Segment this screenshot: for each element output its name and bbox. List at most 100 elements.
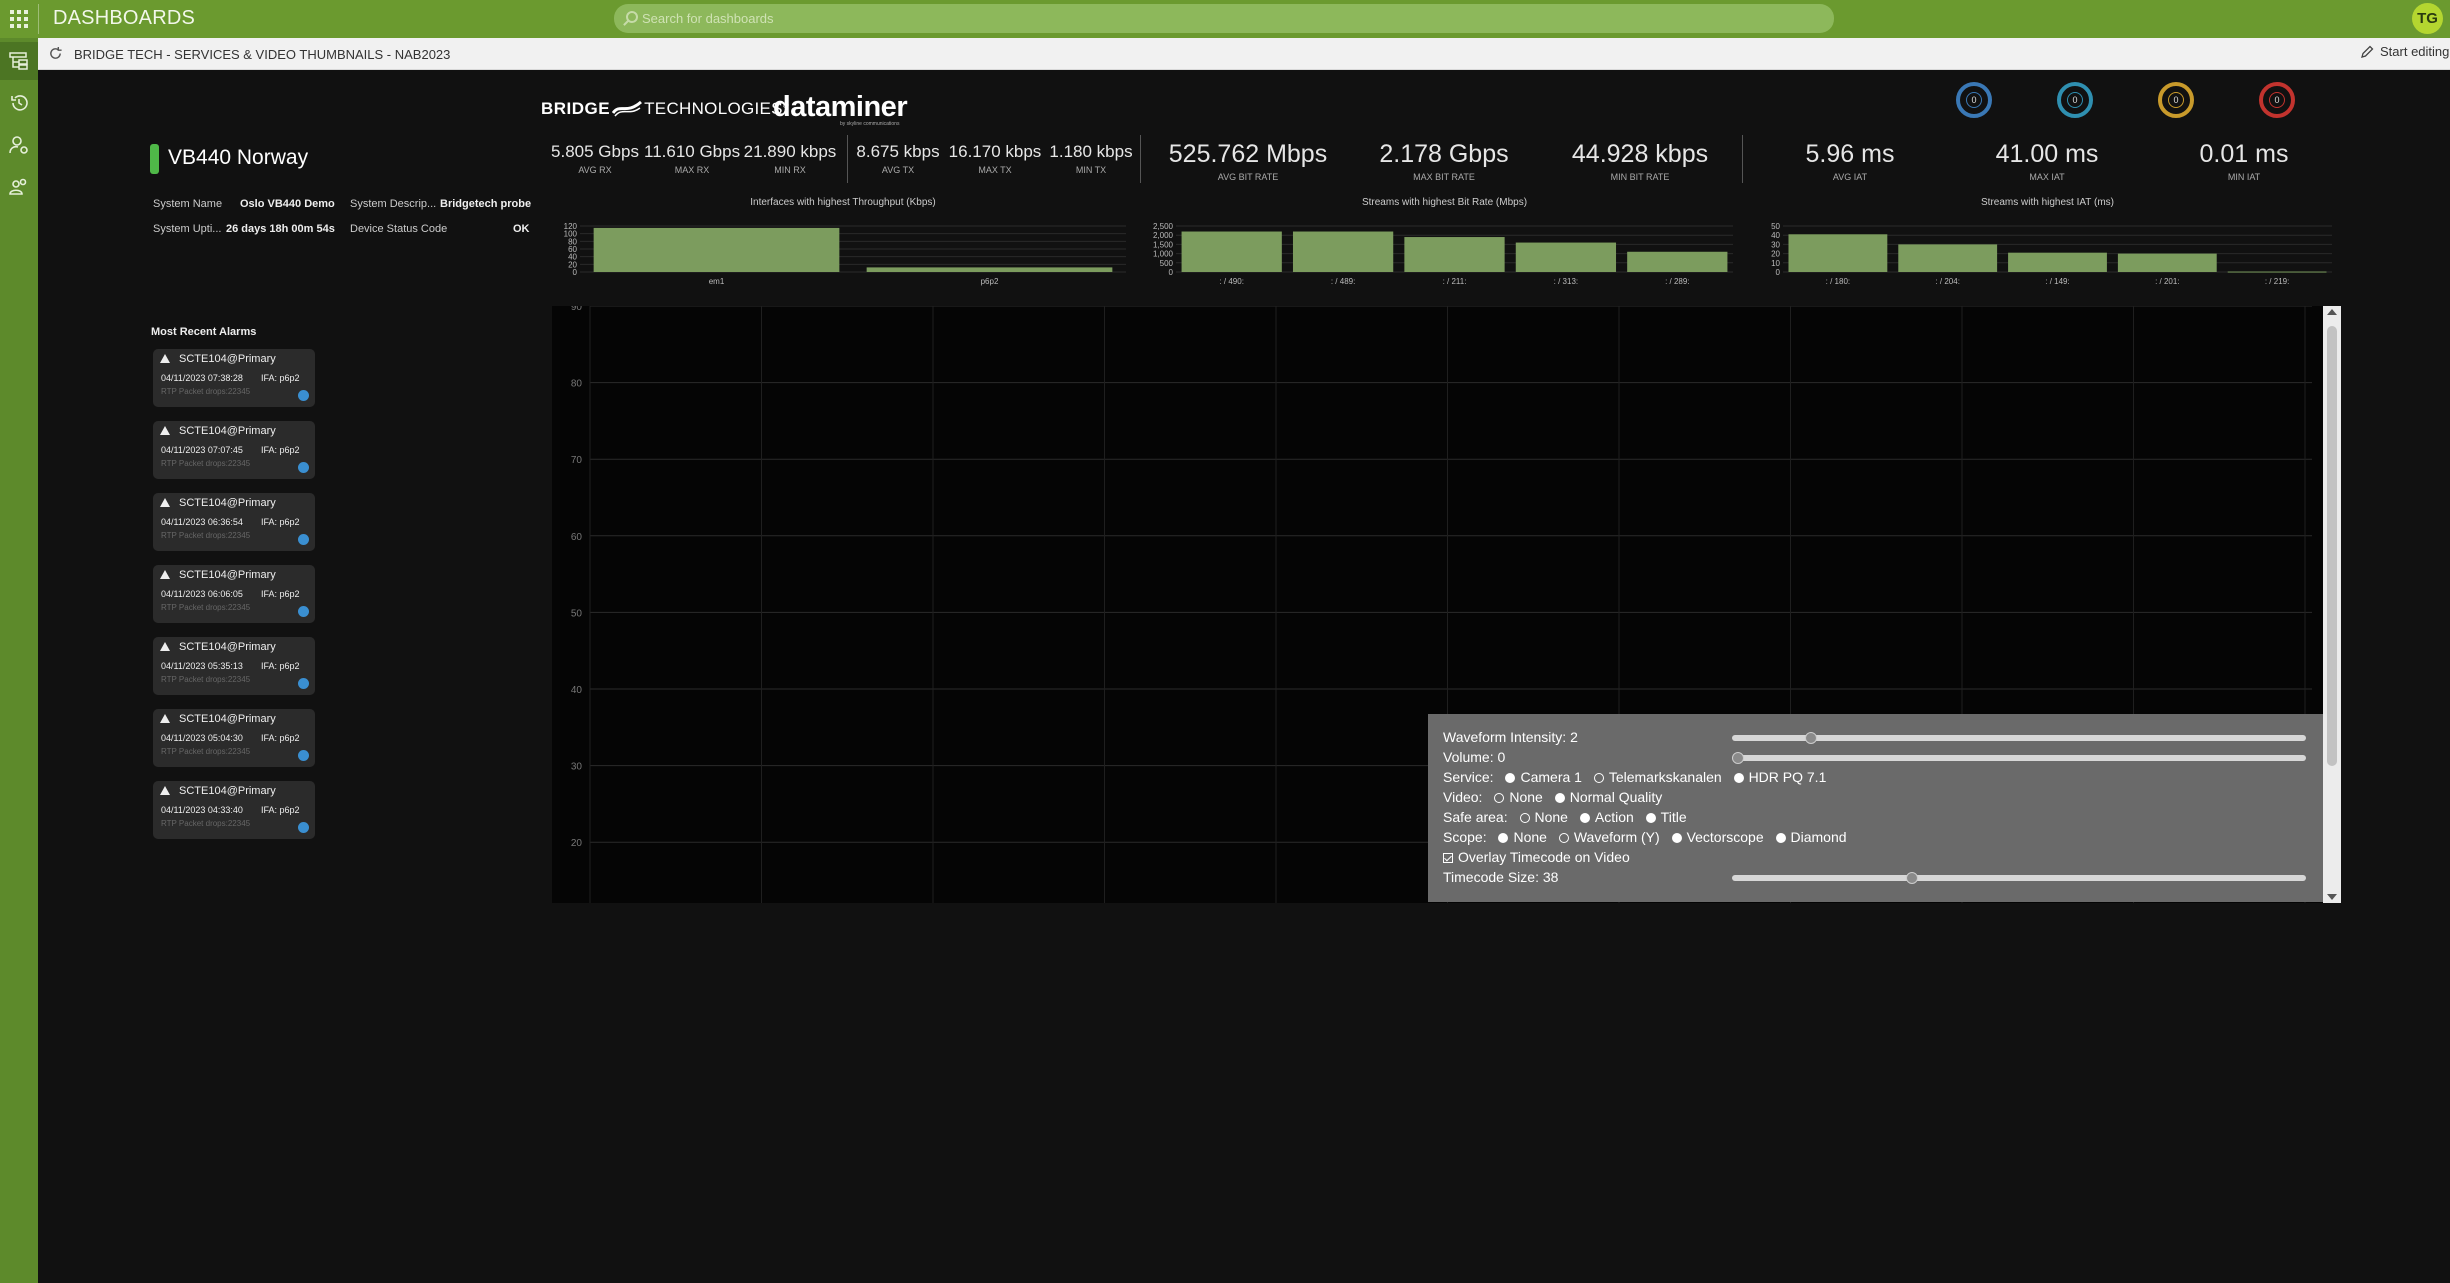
y-tick-label: 20	[1771, 250, 1780, 259]
alarm-status-dot	[298, 750, 309, 761]
alarm-interface: IFA: p6p2	[261, 589, 300, 599]
bar[interactable]	[1788, 234, 1888, 272]
scope-option-vectorscope[interactable]: Vectorscope	[1671, 829, 1764, 845]
x-tick-label: : / 313:	[1554, 277, 1578, 286]
radio-button[interactable]	[1554, 793, 1565, 803]
bar[interactable]	[1898, 244, 1998, 272]
scope-option-waveform[interactable]: Waveform (Y)	[1558, 829, 1660, 845]
alarm-description: RTP Packet drops:22345	[161, 531, 251, 540]
slider-knob[interactable]	[1732, 752, 1744, 764]
alarm-card[interactable]: SCTE104@Primary 04/11/2023 07:07:45 IFA: p…	[153, 421, 315, 479]
search-box[interactable]	[614, 4, 1834, 33]
volume-label: Volume: 0	[1443, 749, 1506, 765]
kpi-label: MIN IAT	[2227, 172, 2261, 182]
safe-area-option-action[interactable]: Action	[1579, 809, 1634, 825]
option-label: HDR PQ 7.1	[1748, 769, 1827, 785]
x-tick-label: : / 201:	[2155, 277, 2179, 286]
scope-option-none[interactable]: None	[1498, 829, 1547, 845]
alarm-count-ring[interactable]: 0	[2057, 82, 2093, 118]
alarm-card[interactable]: SCTE104@Primary 04/11/2023 04:33:40 IFA: p…	[153, 781, 315, 839]
warning-icon	[160, 570, 170, 579]
alarm-status-dot	[298, 606, 309, 617]
option-label: None	[1534, 809, 1568, 825]
panel-scrollbar[interactable]	[2323, 306, 2341, 903]
rail-users[interactable]	[0, 168, 38, 206]
alarm-time: 04/11/2023 06:36:54	[161, 517, 243, 527]
safe-area-label: Safe area:	[1443, 809, 1508, 825]
option-label: Action	[1594, 809, 1634, 825]
rail-dashboards[interactable]	[0, 42, 38, 80]
user-avatar[interactable]: TG	[2412, 3, 2443, 34]
slider-knob[interactable]	[1805, 732, 1818, 744]
kpi-avg-iat: 5.96 ms AVG IAT	[1752, 140, 1948, 182]
kpi-value: 525.762 Mbps	[1168, 140, 1328, 168]
kpi-value: 1.180 kbps	[1049, 142, 1133, 161]
alarm-card[interactable]: SCTE104@Primary 04/11/2023 07:38:28 IFA: p…	[153, 349, 315, 407]
radio-button[interactable]	[1733, 773, 1744, 783]
alarm-interface: IFA: p6p2	[261, 733, 300, 743]
bar[interactable]	[1292, 231, 1394, 272]
safe-area-option-none[interactable]: None	[1519, 809, 1568, 825]
radio-button[interactable]	[1494, 793, 1505, 803]
bar[interactable]	[2117, 253, 2217, 272]
bar[interactable]	[593, 227, 840, 272]
radio-button[interactable]	[1775, 833, 1786, 843]
alarm-count-ring[interactable]: 0	[2158, 82, 2194, 118]
video-option-normal-quality[interactable]: Normal Quality	[1554, 789, 1662, 805]
bar[interactable]	[866, 267, 1113, 272]
radio-button[interactable]	[1593, 773, 1604, 783]
radio-button[interactable]	[1645, 813, 1656, 823]
kpi-value: 8.675 kbps	[856, 142, 940, 161]
radio-button[interactable]	[1519, 813, 1530, 823]
scroll-down-arrow-icon[interactable]	[2327, 894, 2337, 900]
timecode-size-slider[interactable]	[1732, 872, 2306, 884]
bar[interactable]	[1627, 251, 1728, 272]
alarm-card[interactable]: SCTE104@Primary 04/11/2023 05:04:30 IFA: p…	[153, 709, 315, 767]
alarm-interface: IFA: p6p2	[261, 805, 300, 815]
radio-button[interactable]	[1505, 773, 1516, 783]
kpi-label: MAX TX	[978, 165, 1012, 175]
kpi-label: MIN RX	[774, 165, 806, 175]
radio-button[interactable]	[1558, 833, 1569, 843]
rail-user-settings[interactable]	[0, 126, 38, 164]
alarm-count: 0	[2269, 92, 2285, 108]
volume-slider[interactable]	[1732, 752, 2306, 764]
scroll-thumb[interactable]	[2327, 326, 2337, 766]
radio-button[interactable]	[1579, 813, 1590, 823]
bar[interactable]	[2008, 252, 2107, 272]
slider-knob[interactable]	[1906, 872, 1919, 884]
service-option-telemarkskanalen[interactable]: Telemarkskanalen	[1593, 769, 1722, 785]
y-tick-label: 30	[1771, 240, 1780, 249]
top-bar: DASHBOARDS TG	[0, 0, 2450, 38]
kpi-avg-bit-rate: 525.762 Mbps AVG BIT RATE	[1150, 140, 1346, 182]
bar[interactable]	[1404, 237, 1505, 272]
start-editing-button[interactable]: Start editing	[2360, 44, 2449, 64]
alarm-card[interactable]: SCTE104@Primary 04/11/2023 06:06:05 IFA: p…	[153, 565, 315, 623]
service-option-hdr-pq[interactable]: HDR PQ 7.1	[1733, 769, 1827, 785]
apps-grid-icon[interactable]	[8, 8, 28, 28]
alarm-count-ring[interactable]: 0	[2259, 82, 2295, 118]
app-title[interactable]: DASHBOARDS	[53, 7, 195, 30]
overlay-timecode-row[interactable]: Overlay Timecode on Video	[1443, 849, 1630, 865]
video-option-none[interactable]: None	[1494, 789, 1543, 805]
alarm-card[interactable]: SCTE104@Primary 04/11/2023 05:35:13 IFA: p…	[153, 637, 315, 695]
scope-option-diamond[interactable]: Diamond	[1775, 829, 1847, 845]
service-option-camera-1[interactable]: Camera 1	[1505, 769, 1582, 785]
kpi-max-iat: 41.00 ms MAX IAT	[1949, 140, 2145, 182]
alarm-count-ring[interactable]: 0	[1956, 82, 1992, 118]
scroll-up-arrow-icon[interactable]	[2327, 309, 2337, 315]
rail-history[interactable]	[0, 84, 38, 122]
refresh-icon[interactable]	[48, 46, 63, 61]
radio-button[interactable]	[1671, 833, 1682, 843]
waveform-intensity-slider[interactable]	[1732, 732, 2306, 744]
safe-area-option-title[interactable]: Title	[1645, 809, 1687, 825]
option-label: Title	[1660, 809, 1687, 825]
overlay-timecode-checkbox[interactable]	[1443, 853, 1453, 863]
bar[interactable]	[1181, 231, 1282, 272]
search-input[interactable]	[642, 7, 1792, 30]
alarm-card[interactable]: SCTE104@Primary 04/11/2023 06:36:54 IFA: p…	[153, 493, 315, 551]
radio-button[interactable]	[1498, 833, 1509, 843]
y-tick-label: 60	[571, 532, 583, 543]
bar[interactable]	[2227, 271, 2327, 273]
bar[interactable]	[1515, 242, 1617, 272]
